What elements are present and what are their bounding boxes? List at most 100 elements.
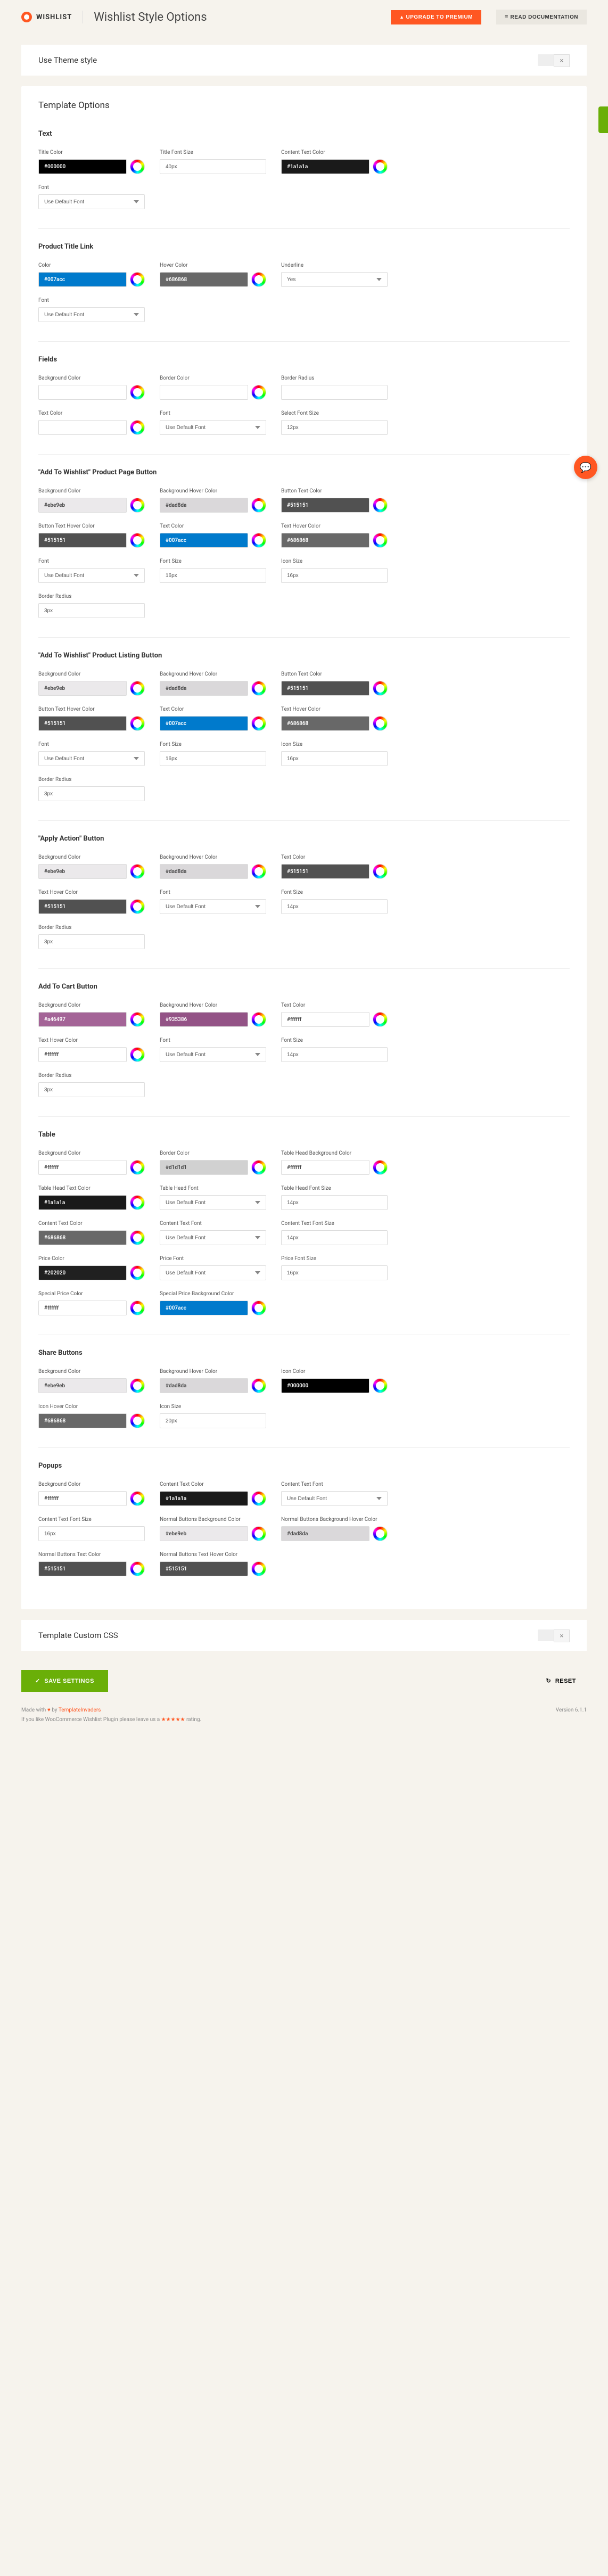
css-toggle[interactable]	[538, 1629, 570, 1641]
color-picker-icon[interactable]	[130, 420, 145, 435]
text-input[interactable]	[160, 751, 266, 766]
select-input[interactable]: Use Default Font	[160, 1195, 266, 1210]
color-picker-icon[interactable]	[373, 533, 388, 548]
text-input[interactable]	[38, 603, 145, 618]
color-picker-icon[interactable]	[373, 1160, 388, 1175]
color-picker-icon[interactable]	[130, 1230, 145, 1245]
color-picker-icon[interactable]	[373, 1378, 388, 1393]
side-tab[interactable]	[598, 106, 608, 133]
color-swatch[interactable]: #515151	[281, 864, 369, 879]
color-swatch[interactable]: #515151	[38, 1561, 127, 1576]
color-swatch[interactable]: #202020	[38, 1265, 127, 1280]
color-swatch[interactable]: #dad8da	[160, 681, 248, 696]
color-picker-icon[interactable]	[251, 716, 266, 731]
color-swatch[interactable]: #dad8da	[160, 1378, 248, 1393]
text-input[interactable]	[38, 934, 145, 949]
color-swatch[interactable]: #1a1a1a	[281, 159, 369, 174]
color-picker-icon[interactable]	[251, 1160, 266, 1175]
color-picker-icon[interactable]	[130, 1195, 145, 1210]
color-swatch[interactable]: #d1d1d1	[160, 1160, 248, 1175]
text-input[interactable]	[281, 751, 388, 766]
text-input[interactable]	[38, 1526, 145, 1541]
color-picker-icon[interactable]	[251, 1491, 266, 1506]
color-picker-icon[interactable]	[130, 1047, 145, 1062]
color-picker-icon[interactable]	[251, 533, 266, 548]
color-swatch[interactable]	[38, 420, 127, 435]
reset-button[interactable]: RESET	[536, 1670, 587, 1692]
text-input[interactable]	[281, 899, 388, 914]
color-swatch[interactable]: #1a1a1a	[38, 1195, 127, 1210]
color-swatch[interactable]: #dad8da	[281, 1526, 369, 1541]
select-input[interactable]: Use Default Font	[38, 751, 145, 766]
text-input[interactable]	[160, 568, 266, 583]
color-swatch[interactable]: #686868	[281, 533, 369, 548]
color-picker-icon[interactable]	[130, 681, 145, 696]
color-picker-icon[interactable]	[373, 864, 388, 879]
color-picker-icon[interactable]	[130, 498, 145, 513]
color-picker-icon[interactable]	[251, 272, 266, 287]
color-swatch[interactable]: #a46497	[38, 1012, 127, 1027]
color-swatch[interactable]: #ffffff	[281, 1012, 369, 1027]
color-swatch[interactable]: #686868	[38, 1413, 127, 1428]
color-swatch[interactable]: #dad8da	[160, 864, 248, 879]
color-picker-icon[interactable]	[130, 716, 145, 731]
author-link[interactable]: TemplateInvaders	[59, 1707, 101, 1713]
select-input[interactable]: Yes	[281, 272, 388, 287]
color-swatch[interactable]: #1a1a1a	[160, 1491, 248, 1506]
select-input[interactable]: Use Default Font	[38, 568, 145, 583]
theme-toggle[interactable]	[538, 54, 570, 66]
color-swatch[interactable]: #ebe9eb	[38, 498, 127, 513]
color-swatch[interactable]: #007acc	[38, 272, 127, 287]
color-swatch[interactable]: #ebe9eb	[160, 1526, 248, 1541]
color-swatch[interactable]: #ffffff	[38, 1160, 127, 1175]
color-swatch[interactable]: #515151	[160, 1561, 248, 1576]
text-input[interactable]	[281, 1265, 388, 1280]
color-picker-icon[interactable]	[251, 1526, 266, 1541]
color-swatch[interactable]: #007acc	[160, 1301, 248, 1315]
color-swatch[interactable]: #686868	[160, 272, 248, 287]
color-swatch[interactable]: #ffffff	[38, 1047, 127, 1062]
color-swatch[interactable]: #000000	[38, 159, 127, 174]
text-input[interactable]	[281, 385, 388, 400]
color-swatch[interactable]: #515151	[38, 716, 127, 731]
color-swatch[interactable]: #ebe9eb	[38, 1378, 127, 1393]
color-swatch[interactable]: #515151	[38, 533, 127, 548]
color-picker-icon[interactable]	[130, 1301, 145, 1315]
color-picker-icon[interactable]	[373, 681, 388, 696]
color-picker-icon[interactable]	[373, 1526, 388, 1541]
color-swatch[interactable]	[160, 385, 248, 400]
text-input[interactable]	[281, 1195, 388, 1210]
color-picker-icon[interactable]	[373, 159, 388, 174]
save-button[interactable]: SAVE SETTINGS	[21, 1670, 108, 1692]
color-swatch[interactable]: #515151	[281, 498, 369, 513]
color-picker-icon[interactable]	[130, 533, 145, 548]
color-swatch[interactable]: #007acc	[160, 533, 248, 548]
color-picker-icon[interactable]	[130, 1012, 145, 1027]
color-swatch[interactable]: #000000	[281, 1378, 369, 1393]
upgrade-button[interactable]: UPGRADE TO PREMIUM	[391, 10, 481, 24]
color-swatch[interactable]: #935386	[160, 1012, 248, 1027]
color-picker-icon[interactable]	[130, 1491, 145, 1506]
color-swatch[interactable]: #686868	[281, 716, 369, 731]
help-fab[interactable]: 💬	[574, 456, 597, 479]
color-picker-icon[interactable]	[251, 681, 266, 696]
color-picker-icon[interactable]	[130, 272, 145, 287]
color-picker-icon[interactable]	[130, 1413, 145, 1428]
color-picker-icon[interactable]	[373, 498, 388, 513]
color-picker-icon[interactable]	[130, 159, 145, 174]
color-picker-icon[interactable]	[251, 1561, 266, 1576]
select-input[interactable]: Use Default Font	[160, 1047, 266, 1062]
color-picker-icon[interactable]	[251, 498, 266, 513]
color-swatch[interactable]: #ffffff	[281, 1160, 369, 1175]
text-input[interactable]	[281, 420, 388, 435]
color-swatch[interactable]: #ffffff	[38, 1491, 127, 1506]
text-input[interactable]	[38, 1082, 145, 1097]
color-swatch[interactable]: #ebe9eb	[38, 681, 127, 696]
select-input[interactable]: Use Default Font	[160, 420, 266, 435]
text-input[interactable]	[281, 1047, 388, 1062]
select-input[interactable]: Use Default Font	[38, 194, 145, 209]
color-picker-icon[interactable]	[373, 716, 388, 731]
select-input[interactable]: Use Default Font	[281, 1491, 388, 1506]
color-picker-icon[interactable]	[373, 1012, 388, 1027]
text-input[interactable]	[281, 568, 388, 583]
